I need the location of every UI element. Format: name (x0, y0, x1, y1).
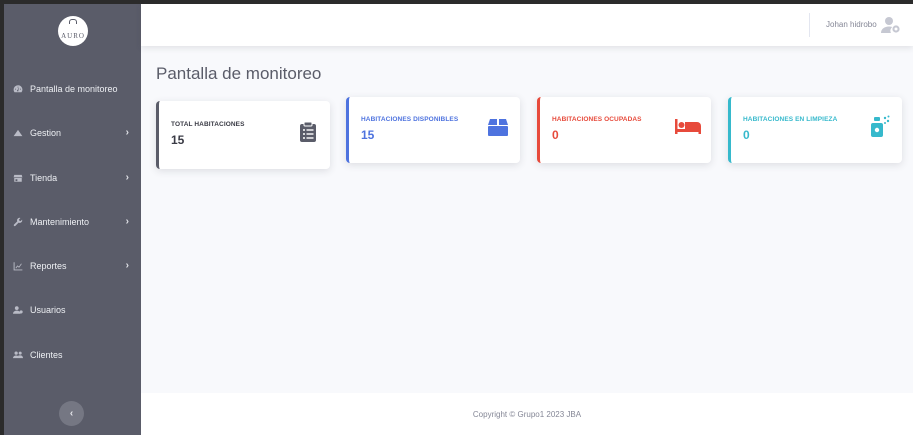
wrench-icon (12, 216, 24, 228)
card-total-habitaciones[interactable]: TOTAL HABITACIONES 15 (156, 101, 330, 169)
user-avatar-icon[interactable] (881, 16, 901, 34)
sidebar-item-label: Clientes (30, 350, 63, 360)
sidebar-item-label: Reportes (30, 261, 67, 271)
sidebar-item-label: Usuarios (30, 305, 66, 315)
card-habitaciones-ocupadas[interactable]: HABITACIONES OCUPADAS 0 (537, 97, 711, 163)
logo-text: AURO (61, 32, 85, 40)
user-name[interactable]: Johan hidrobo (826, 20, 877, 29)
chevron-right-icon: › (125, 260, 129, 271)
spray-bottle-icon (870, 115, 890, 137)
card-value: 15 (361, 128, 375, 142)
sidebar-item-gestion[interactable]: Gestion › (4, 121, 141, 145)
card-label: TOTAL HABITACIONES (171, 121, 245, 128)
topbar-divider (809, 13, 810, 37)
footer: Copyright © Grupo1 2023 JBA (141, 393, 913, 435)
sidebar-item-label: Gestion (30, 128, 62, 138)
sidebar-item-label: Mantenimiento (30, 217, 90, 227)
card-value: 0 (552, 128, 559, 142)
sidebar-item-reportes[interactable]: Reportes › (4, 254, 141, 278)
page-title: Pantalla de monitoreo (156, 64, 322, 83)
chart-icon (12, 260, 24, 272)
chevron-right-icon: › (125, 216, 129, 227)
sidebar-item-mantenimiento[interactable]: Mantenimiento › (4, 210, 141, 234)
sidebar-item-tienda[interactable]: Tienda › (4, 166, 141, 190)
mountain-icon (12, 127, 24, 139)
bed-icon (675, 115, 701, 137)
card-label: HABITACIONES OCUPADAS (552, 116, 642, 123)
card-value: 15 (171, 133, 185, 147)
card-value: 0 (743, 128, 750, 142)
dashboard-icon (12, 83, 24, 95)
app-window: AURO Pantalla de monitoreo Gestion › Tie… (4, 4, 913, 435)
card-habitaciones-en-limpieza[interactable]: HABITACIONES EN LIMPIEZA 0 (728, 97, 902, 163)
copyright-text: Copyright © Grupo1 2023 JBA (472, 409, 582, 419)
store-icon (12, 172, 24, 184)
users-icon (12, 349, 24, 361)
card-label: HABITACIONES DISPONIBLES (361, 116, 459, 123)
brand-logo[interactable]: AURO (58, 16, 88, 46)
sidebar-item-clientes[interactable]: Clientes (4, 343, 141, 367)
card-habitaciones-disponibles[interactable]: HABITACIONES DISPONIBLES 15 (346, 97, 520, 163)
clipboard-list-icon (298, 121, 318, 143)
topbar: Johan hidrobo (141, 4, 913, 46)
sidebar-item-usuarios[interactable]: Usuarios (4, 298, 141, 322)
logo-crown-shape (69, 19, 77, 24)
sidebar: AURO Pantalla de monitoreo Gestion › Tie… (4, 4, 141, 435)
box-icon (488, 115, 508, 137)
chevron-left-icon: ‹ (69, 408, 74, 419)
sidebar-item-label: Pantalla de monitoreo (30, 84, 118, 94)
chevron-right-icon: › (125, 127, 129, 138)
chevron-right-icon: › (125, 172, 129, 183)
sidebar-item-label: Tienda (30, 173, 58, 183)
user-gear-icon (12, 304, 24, 316)
card-label: HABITACIONES EN LIMPIEZA (743, 116, 838, 123)
sidebar-toggle-button[interactable]: ‹ (59, 401, 84, 426)
sidebar-item-pantalla-de-monitoreo[interactable]: Pantalla de monitoreo (4, 77, 141, 101)
